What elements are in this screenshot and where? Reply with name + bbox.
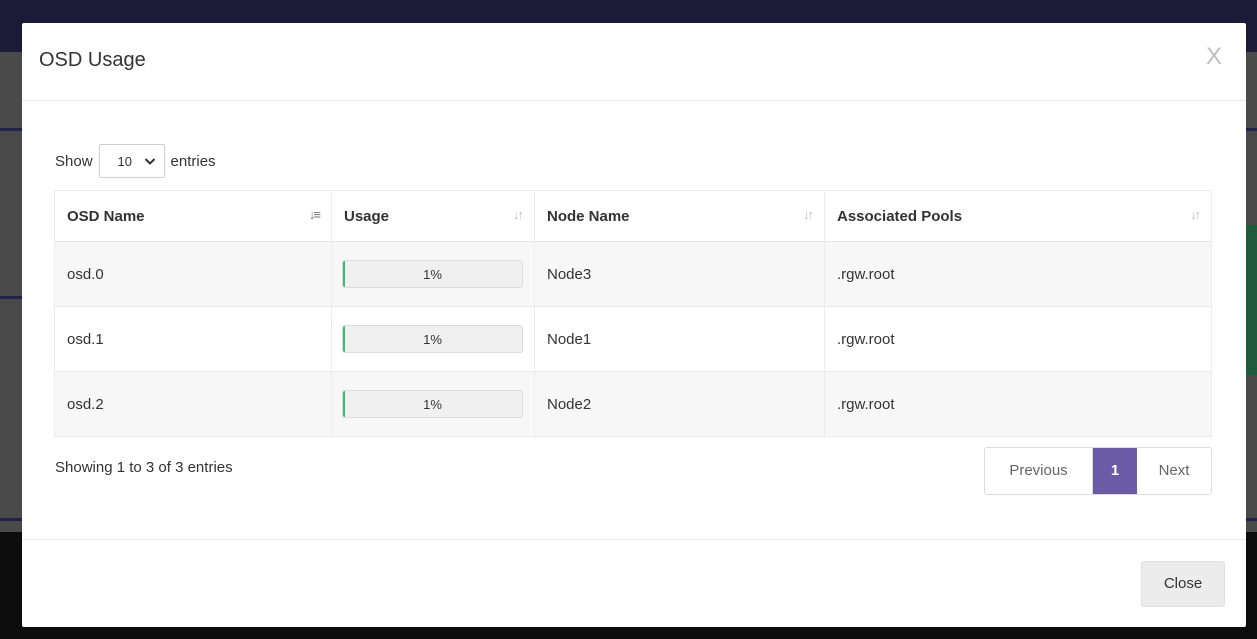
table-info: Showing 1 to 3 of 3 entries — [55, 459, 233, 476]
column-header-osd-name[interactable]: OSD Name ↓≡ — [54, 190, 332, 242]
usage-cell: 1% — [331, 306, 535, 372]
column-header-label: Associated Pools — [837, 207, 963, 225]
close-button[interactable]: Close — [1141, 561, 1225, 607]
usage-progress-label: 1% — [423, 332, 442, 347]
associated-pools-cell: .rgw.root — [824, 306, 1212, 372]
osd-name-cell: osd.1 — [54, 306, 332, 372]
associated-pools-cell: .rgw.root — [824, 371, 1212, 437]
node-name-cell: Node2 — [534, 371, 825, 437]
node-name-cell: Node1 — [534, 306, 825, 372]
usage-progress-bar: 1% — [342, 260, 523, 288]
usage-progress-label: 1% — [423, 397, 442, 412]
show-label: Show — [55, 152, 93, 170]
node-name-cell: Node3 — [534, 241, 825, 307]
usage-cell: 1% — [331, 241, 535, 307]
entries-length-control: Show 10 entries — [55, 143, 216, 179]
next-page-button[interactable]: Next — [1137, 448, 1211, 494]
entries-label: entries — [170, 152, 216, 170]
osd-table: OSD Name ↓≡ Usage ↓↑ Node Name ↓↑ Associ… — [54, 190, 1212, 437]
sort-icon[interactable]: ↓↑ — [1190, 207, 1201, 222]
sort-icon[interactable]: ↓↑ — [513, 207, 524, 222]
usage-progress-bar: 1% — [342, 390, 523, 418]
osd-name-cell: osd.0 — [54, 241, 332, 307]
backdrop-green-strip — [1246, 225, 1257, 375]
table-row: osd.0 1% Node3 .rgw.root — [54, 241, 1212, 307]
sort-alpha-asc-icon[interactable]: ↓≡ — [309, 207, 321, 222]
modal-title: OSD Usage — [39, 49, 146, 71]
close-icon[interactable]: X — [1206, 43, 1222, 71]
previous-page-button[interactable]: Previous — [985, 448, 1093, 494]
page-1-button[interactable]: 1 — [1093, 448, 1137, 494]
column-header-usage[interactable]: Usage ↓↑ — [331, 190, 535, 242]
osd-name-cell: osd.2 — [54, 371, 332, 437]
pagination: Previous 1 Next — [984, 447, 1212, 495]
usage-progress-bar: 1% — [342, 325, 523, 353]
column-header-node-name[interactable]: Node Name ↓↑ — [534, 190, 825, 242]
modal-footer: Close — [22, 539, 1246, 628]
table-row: osd.2 1% Node2 .rgw.root — [54, 371, 1212, 437]
usage-progress-label: 1% — [423, 267, 442, 282]
column-header-associated-pools[interactable]: Associated Pools ↓↑ — [824, 190, 1212, 242]
associated-pools-cell: .rgw.root — [824, 241, 1212, 307]
column-header-label: OSD Name — [67, 207, 145, 225]
entries-select[interactable]: 10 — [98, 144, 165, 178]
table-row: osd.1 1% Node1 .rgw.root — [54, 306, 1212, 372]
chevron-down-icon — [144, 151, 156, 174]
modal-header: OSD Usage X — [22, 23, 1246, 101]
usage-cell: 1% — [331, 371, 535, 437]
column-header-label: Node Name — [547, 207, 630, 225]
column-header-label: Usage — [344, 207, 390, 225]
osd-usage-modal: OSD Usage X Show 10 entries OSD Name ↓≡ … — [22, 23, 1246, 627]
table-header-row: OSD Name ↓≡ Usage ↓↑ Node Name ↓↑ Associ… — [54, 190, 1212, 242]
entries-select-value: 10 — [117, 154, 132, 169]
sort-icon[interactable]: ↓↑ — [803, 207, 814, 222]
